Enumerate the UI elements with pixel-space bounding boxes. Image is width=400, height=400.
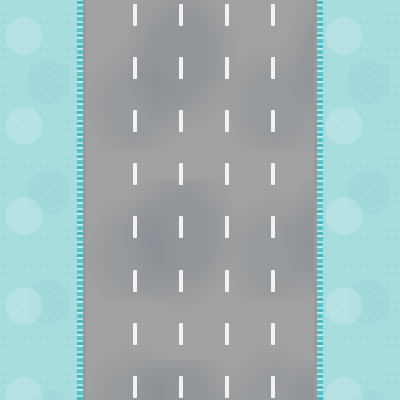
shoreline-right <box>317 0 323 400</box>
lane-dash <box>225 323 229 345</box>
lane-divider-2 <box>179 0 183 400</box>
lane-dash <box>225 57 229 79</box>
lane-dash <box>225 163 229 185</box>
lane-dash <box>133 163 137 185</box>
lane-dash <box>225 376 229 398</box>
lane-divider-4 <box>271 0 275 400</box>
lane-dash <box>271 376 275 398</box>
lane-dash <box>271 216 275 238</box>
lane-dash <box>225 270 229 292</box>
lane-dash <box>271 57 275 79</box>
lane-dash <box>133 110 137 132</box>
lane-dash <box>133 270 137 292</box>
lane-dash <box>271 110 275 132</box>
lane-dash <box>133 57 137 79</box>
lane-dash <box>179 216 183 238</box>
road-surface <box>86 0 314 400</box>
game-scene <box>0 0 400 400</box>
lane-dash <box>271 4 275 26</box>
lane-dash <box>133 4 137 26</box>
lane-dash <box>133 323 137 345</box>
lane-dash <box>133 376 137 398</box>
lane-dash <box>179 110 183 132</box>
lane-dash <box>271 323 275 345</box>
lane-dash <box>179 323 183 345</box>
lane-dash <box>179 163 183 185</box>
lane-dash <box>225 4 229 26</box>
lane-divider-1 <box>133 0 137 400</box>
lane-dash <box>179 376 183 398</box>
lane-dash <box>225 216 229 238</box>
lane-dash <box>179 270 183 292</box>
lane-dash <box>133 216 137 238</box>
lane-divider-3 <box>225 0 229 400</box>
water-left <box>0 0 80 400</box>
lane-dash <box>271 270 275 292</box>
lane-dash <box>271 163 275 185</box>
water-right <box>320 0 400 400</box>
lane-dash <box>179 57 183 79</box>
road-curb-right <box>314 0 317 400</box>
lane-dash <box>225 110 229 132</box>
lane-dash <box>179 4 183 26</box>
